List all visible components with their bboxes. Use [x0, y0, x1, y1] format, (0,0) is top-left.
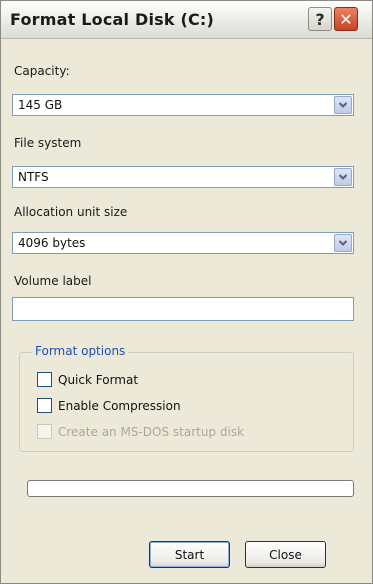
- format-options-title: Format options: [32, 344, 129, 358]
- enable-compression-checkbox[interactable]: [37, 398, 52, 413]
- close-window-button[interactable]: ✕: [334, 7, 358, 31]
- question-mark-icon: ?: [315, 9, 325, 29]
- format-options-group: Format options Quick Format Enable Compr…: [19, 344, 354, 452]
- chevron-down-icon: [338, 102, 348, 108]
- allocation-unit-size-dropdown-button[interactable]: [334, 234, 352, 252]
- msdos-startup-disk-label: Create an MS-DOS startup disk: [58, 425, 245, 439]
- chevron-down-icon: [338, 240, 348, 246]
- capacity-dropdown-button[interactable]: [334, 96, 352, 114]
- close-button[interactable]: Close: [245, 541, 326, 568]
- msdos-startup-disk-checkbox: [37, 424, 52, 439]
- quick-format-label[interactable]: Quick Format: [58, 373, 138, 387]
- volume-label-input[interactable]: [12, 297, 354, 321]
- file-system-dropdown-button[interactable]: [334, 168, 352, 186]
- close-x-icon: ✕: [339, 9, 353, 29]
- allocation-unit-size-value: 4096 bytes: [18, 236, 86, 250]
- format-dialog: Format Local Disk (C:) ? ✕ Capacity: 145…: [0, 0, 373, 584]
- help-button[interactable]: ?: [308, 7, 332, 31]
- capacity-label: Capacity:: [14, 64, 70, 78]
- volume-label-label: Volume label: [14, 274, 92, 288]
- chevron-down-icon: [338, 174, 348, 180]
- dialog-title: Format Local Disk (C:): [10, 10, 215, 29]
- start-button[interactable]: Start: [149, 541, 230, 568]
- quick-format-checkbox[interactable]: [37, 372, 52, 387]
- file-system-label: File system: [14, 136, 82, 150]
- format-progress-bar: [27, 480, 354, 497]
- allocation-unit-size-select[interactable]: 4096 bytes: [12, 232, 354, 254]
- capacity-value: 145 GB: [18, 98, 63, 112]
- title-bar[interactable]: Format Local Disk (C:) ? ✕: [1, 1, 372, 39]
- allocation-unit-size-label: Allocation unit size: [14, 205, 128, 219]
- file-system-select[interactable]: NTFS: [12, 166, 354, 188]
- capacity-select[interactable]: 145 GB: [12, 94, 354, 116]
- enable-compression-label[interactable]: Enable Compression: [58, 399, 181, 413]
- file-system-value: NTFS: [18, 170, 49, 184]
